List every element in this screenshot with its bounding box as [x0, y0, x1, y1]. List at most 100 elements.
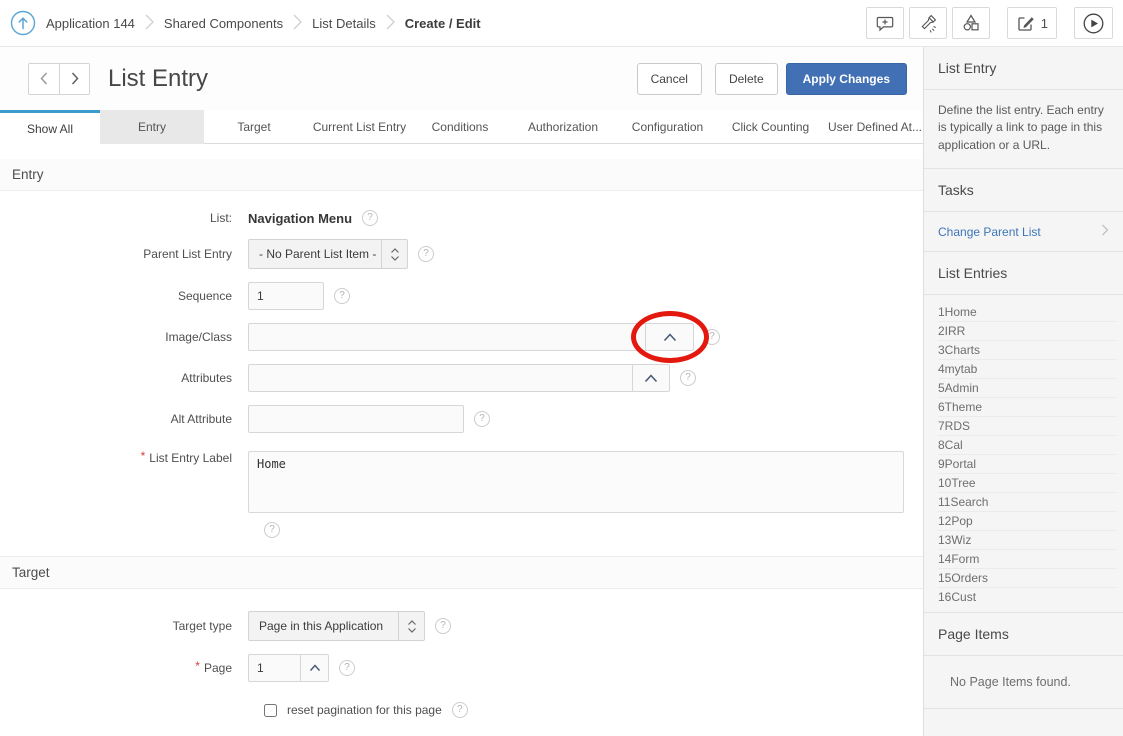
list-item[interactable]: 13Wiz: [938, 531, 1117, 550]
edit-pencil-icon: [1016, 14, 1035, 33]
tab-configuration[interactable]: Configuration: [621, 110, 714, 144]
field-row-target-type: Target type Page in this Application: [0, 611, 923, 641]
tab-current-list-entry[interactable]: Current List Entry: [304, 110, 415, 144]
image-class-popup-button[interactable]: [645, 323, 694, 351]
help-icon[interactable]: [334, 288, 350, 304]
attributes-label: Attributes: [0, 371, 248, 385]
breadcrumb-item-application[interactable]: Application 144: [46, 16, 135, 31]
list-item[interactable]: 14Form: [938, 550, 1117, 569]
section-heading-target: Target: [0, 556, 923, 589]
list-item[interactable]: 9Portal: [938, 455, 1117, 474]
parent-list-entry-select[interactable]: - No Parent List Item -: [248, 239, 408, 269]
list-item[interactable]: 7RDS: [938, 417, 1117, 436]
help-icon[interactable]: [474, 411, 490, 427]
chevron-right-icon: [386, 12, 395, 35]
main-panel: List Entry Cancel Delete Apply Changes S…: [0, 47, 923, 736]
tab-authorization[interactable]: Authorization: [505, 110, 621, 144]
tab-show-all[interactable]: Show All: [0, 110, 100, 145]
parent-list-entry-selected-value: - No Parent List Item -: [249, 247, 381, 261]
list-entry-label-help-row: [264, 521, 923, 538]
help-icon[interactable]: [264, 522, 280, 538]
list-item[interactable]: 1Home: [938, 303, 1117, 322]
task-change-parent-list[interactable]: Change Parent List: [924, 212, 1123, 252]
reset-pagination-label[interactable]: reset pagination for this page: [287, 703, 442, 717]
attributes-popup-button[interactable]: [632, 364, 670, 392]
sidebar-tasks-title: Tasks: [924, 169, 1123, 212]
sidebar-page-items-title: Page Items: [924, 613, 1123, 656]
image-class-label: Image/Class: [0, 330, 248, 344]
page-header: List Entry Cancel Delete Apply Changes: [0, 47, 923, 110]
change-parent-list-link[interactable]: Change Parent List: [938, 225, 1041, 239]
list-item[interactable]: 16Cust: [938, 588, 1117, 606]
field-row-list: List: Navigation Menu: [0, 210, 923, 226]
shared-components-button[interactable]: [952, 7, 990, 39]
page-group: [248, 654, 329, 682]
list-item[interactable]: 10Tree: [938, 474, 1117, 493]
list-item[interactable]: 4mytab: [938, 360, 1117, 379]
tab-user-defined[interactable]: User Defined At...: [827, 110, 923, 144]
help-icon[interactable]: [339, 660, 355, 676]
chevron-right-icon: [145, 12, 154, 35]
field-row-list-entry-label: List Entry Label Home: [0, 451, 923, 513]
theme-roller-button[interactable]: [909, 7, 947, 39]
list-entries-list: 1Home 2IRR 3Charts 4mytab 5Admin 6Theme …: [924, 295, 1123, 613]
breadcrumb-item-shared-components[interactable]: Shared Components: [164, 16, 283, 31]
chevron-right-icon: [1101, 224, 1109, 239]
page-input[interactable]: [248, 654, 301, 682]
field-row-image-class: Image/Class: [0, 323, 923, 351]
help-icon[interactable]: [704, 329, 720, 345]
help-icon[interactable]: [452, 702, 468, 718]
target-type-selected-value: Page in this Application: [249, 619, 398, 633]
list-item[interactable]: 3Charts: [938, 341, 1117, 360]
field-row-page: Page: [0, 654, 923, 682]
tab-entry[interactable]: Entry: [100, 110, 204, 144]
page-popup-button[interactable]: [300, 654, 329, 682]
breadcrumb-current: Create / Edit: [405, 16, 481, 31]
list-entry-label-label: List Entry Label: [0, 451, 248, 465]
shapes-icon: [961, 13, 981, 33]
reset-pagination-row: reset pagination for this page: [264, 702, 923, 718]
previous-button[interactable]: [28, 63, 59, 95]
apply-changes-button[interactable]: Apply Changes: [786, 63, 907, 95]
sequence-input[interactable]: [248, 282, 324, 310]
sequence-label: Sequence: [0, 289, 248, 303]
list-item[interactable]: 15Orders: [938, 569, 1117, 588]
list-item[interactable]: 12Pop: [938, 512, 1117, 531]
tab-target[interactable]: Target: [204, 110, 304, 144]
list-item[interactable]: 6Theme: [938, 398, 1117, 417]
header-buttons: Cancel Delete Apply Changes: [637, 63, 907, 95]
breadcrumb-item-list-details[interactable]: List Details: [312, 16, 376, 31]
field-row-attributes: Attributes: [0, 364, 923, 392]
edit-page-button[interactable]: 1: [1007, 7, 1057, 39]
reset-pagination-checkbox[interactable]: [264, 704, 277, 717]
cancel-button[interactable]: Cancel: [637, 63, 702, 95]
list-value: Navigation Menu: [248, 211, 352, 226]
attributes-input[interactable]: [248, 364, 633, 392]
up-arrow-circle-icon[interactable]: [10, 10, 36, 36]
tab-conditions[interactable]: Conditions: [415, 110, 505, 144]
tab-click-counting[interactable]: Click Counting: [714, 110, 827, 144]
alt-attribute-input[interactable]: [248, 405, 464, 433]
list-item[interactable]: 11Search: [938, 493, 1117, 512]
help-icon[interactable]: [418, 246, 434, 262]
help-icon[interactable]: [680, 370, 696, 386]
chevron-right-icon: [293, 12, 302, 35]
next-button[interactable]: [59, 63, 90, 95]
list-label: List:: [0, 211, 248, 225]
target-type-select[interactable]: Page in this Application: [248, 611, 425, 641]
breadcrumb: Application 144 Shared Components List D…: [10, 10, 481, 36]
list-item[interactable]: 5Admin: [938, 379, 1117, 398]
add-comment-button[interactable]: [866, 7, 904, 39]
top-toolbar: 1: [861, 7, 1113, 39]
list-item[interactable]: 2IRR: [938, 322, 1117, 341]
list-item[interactable]: 8Cal: [938, 436, 1117, 455]
run-application-button[interactable]: [1074, 7, 1113, 39]
image-class-input[interactable]: [248, 323, 646, 351]
help-icon[interactable]: [362, 210, 378, 226]
delete-button[interactable]: Delete: [715, 63, 778, 95]
field-row-parent-list-entry: Parent List Entry - No Parent List Item …: [0, 239, 923, 269]
page-title: List Entry: [108, 65, 208, 93]
help-icon[interactable]: [435, 618, 451, 634]
image-class-group: [248, 323, 694, 351]
list-entry-label-textarea[interactable]: Home: [248, 451, 904, 513]
